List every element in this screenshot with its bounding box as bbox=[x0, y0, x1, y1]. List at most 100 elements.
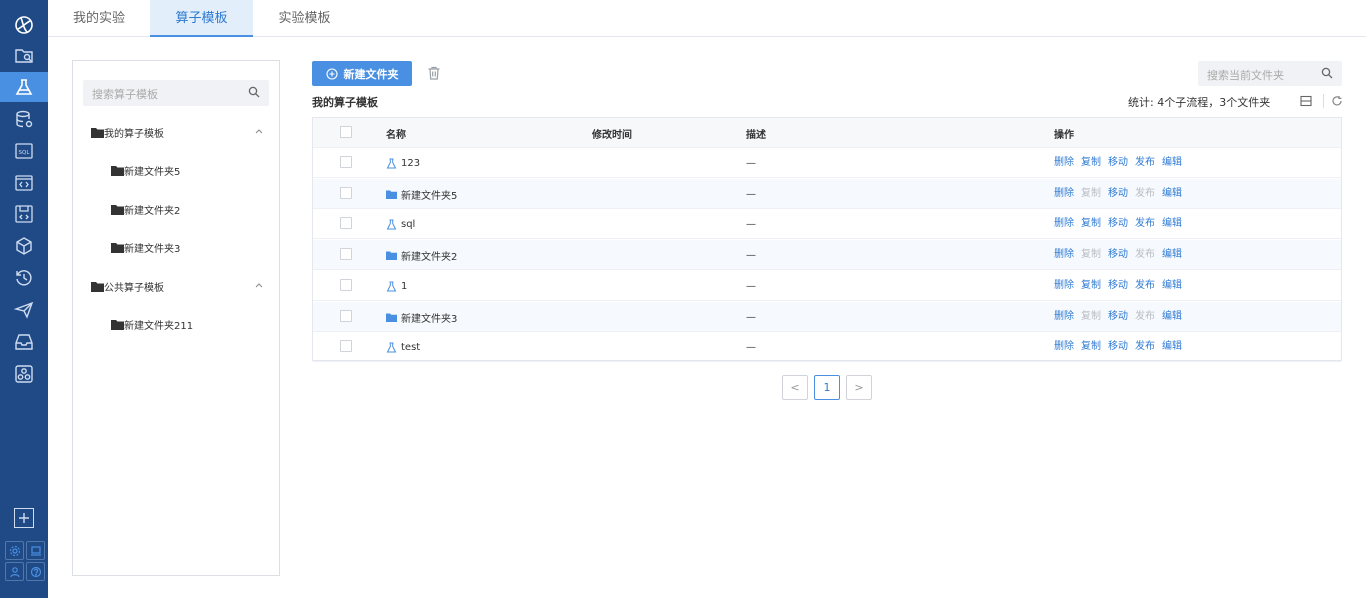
tree-node-folder[interactable]: 新建文件夹2 bbox=[111, 202, 180, 217]
table-row[interactable]: 123 — 删除 复制 移动 发布 编辑 bbox=[313, 148, 1341, 178]
row-checkbox[interactable] bbox=[340, 217, 352, 229]
chevron-up-icon[interactable] bbox=[255, 282, 263, 288]
copy-action[interactable]: 复制 bbox=[1081, 148, 1101, 178]
database-icon[interactable] bbox=[0, 104, 48, 134]
delete-action[interactable]: 删除 bbox=[1054, 332, 1074, 362]
tree-node-public-templates[interactable]: 公共算子模板 bbox=[91, 279, 164, 294]
move-action[interactable]: 移动 bbox=[1108, 148, 1128, 178]
tab-experiment-templates[interactable]: 实验模板 bbox=[253, 0, 356, 37]
move-action[interactable]: 移动 bbox=[1108, 209, 1128, 239]
tree-node-my-templates[interactable]: 我的算子模板 bbox=[91, 125, 164, 140]
table-row[interactable]: sql — 删除 复制 移动 发布 编辑 bbox=[313, 209, 1341, 239]
history-icon[interactable] bbox=[0, 263, 48, 293]
table-row[interactable]: 新建文件夹2 — 删除 复制 移动 发布 编辑 bbox=[313, 240, 1341, 270]
row-checkbox[interactable] bbox=[340, 340, 352, 352]
settings-icon[interactable] bbox=[5, 541, 24, 560]
new-folder-button[interactable]: 新建文件夹 bbox=[312, 61, 412, 86]
row-name-cell[interactable]: 新建文件夹5 bbox=[386, 179, 457, 209]
chevron-up-icon[interactable] bbox=[255, 128, 263, 134]
monitor-icon[interactable] bbox=[26, 541, 45, 560]
row-description: — bbox=[746, 249, 756, 261]
row-name: test bbox=[401, 341, 421, 353]
row-checkbox[interactable] bbox=[340, 156, 352, 168]
cluster-icon[interactable] bbox=[0, 359, 48, 389]
template-search-input[interactable]: 搜索算子模板 bbox=[83, 80, 269, 106]
delete-action[interactable]: 删除 bbox=[1054, 302, 1074, 332]
row-name-cell[interactable]: 新建文件夹3 bbox=[386, 302, 457, 332]
edit-action[interactable]: 编辑 bbox=[1162, 148, 1182, 178]
row-name-cell[interactable]: sql bbox=[386, 209, 415, 239]
tree-node-folder[interactable]: 新建文件夹3 bbox=[111, 240, 180, 255]
inbox-icon[interactable] bbox=[0, 327, 48, 357]
delete-action[interactable]: 删除 bbox=[1054, 179, 1074, 209]
sql-icon[interactable]: SQL bbox=[0, 136, 48, 166]
help-icon[interactable] bbox=[26, 562, 45, 581]
column-header-modified[interactable]: 修改时间 bbox=[592, 118, 632, 148]
user-icon[interactable] bbox=[5, 562, 24, 581]
search-icon[interactable] bbox=[1321, 67, 1333, 79]
column-header-actions: 操作 bbox=[1054, 129, 1074, 141]
publish-action[interactable]: 发布 bbox=[1135, 271, 1155, 301]
move-action[interactable]: 移动 bbox=[1108, 271, 1128, 301]
folder-search-input[interactable]: 搜索当前文件夹 bbox=[1198, 61, 1342, 86]
copy-action[interactable]: 复制 bbox=[1081, 271, 1101, 301]
column-settings-icon[interactable] bbox=[1300, 95, 1312, 107]
move-action[interactable]: 移动 bbox=[1108, 240, 1128, 270]
edit-action[interactable]: 编辑 bbox=[1162, 240, 1182, 270]
code-window-icon[interactable] bbox=[0, 168, 48, 198]
search-icon[interactable] bbox=[248, 86, 260, 98]
row-name-cell[interactable]: 1 bbox=[386, 271, 407, 301]
publish-action[interactable]: 发布 bbox=[1135, 148, 1155, 178]
row-name-cell[interactable]: test bbox=[386, 332, 420, 362]
send-icon[interactable] bbox=[0, 295, 48, 325]
delete-action[interactable]: 删除 bbox=[1054, 271, 1074, 301]
table-row[interactable]: test — 删除 复制 移动 发布 编辑 bbox=[313, 332, 1341, 362]
publish-action[interactable]: 发布 bbox=[1135, 209, 1155, 239]
edit-action[interactable]: 编辑 bbox=[1162, 271, 1182, 301]
delete-action[interactable]: 删除 bbox=[1054, 240, 1074, 270]
tab-operator-templates[interactable]: 算子模板 bbox=[150, 0, 253, 37]
globe-icon[interactable] bbox=[0, 10, 48, 40]
copy-action: 复制 bbox=[1081, 188, 1101, 199]
tree-node-folder[interactable]: 新建文件夹5 bbox=[111, 163, 180, 178]
table-row[interactable]: 新建文件夹5 — 删除 复制 移动 发布 编辑 bbox=[313, 179, 1341, 209]
folder-icon bbox=[111, 205, 124, 215]
prev-page-button[interactable]: < bbox=[782, 375, 808, 400]
row-name-cell[interactable]: 新建文件夹2 bbox=[386, 240, 457, 270]
row-checkbox[interactable] bbox=[340, 310, 352, 322]
column-header-name[interactable]: 名称 bbox=[386, 118, 406, 148]
add-icon[interactable] bbox=[14, 508, 34, 528]
copy-action[interactable]: 复制 bbox=[1081, 209, 1101, 239]
row-checkbox[interactable] bbox=[340, 187, 352, 199]
table-row[interactable]: 1 — 删除 复制 移动 发布 编辑 bbox=[313, 271, 1341, 301]
edit-action[interactable]: 编辑 bbox=[1162, 179, 1182, 209]
row-checkbox[interactable] bbox=[340, 248, 352, 260]
edit-action[interactable]: 编辑 bbox=[1162, 332, 1182, 362]
folder-search-icon[interactable] bbox=[0, 40, 48, 70]
cube-icon[interactable] bbox=[0, 231, 48, 261]
search-placeholder: 搜索算子模板 bbox=[92, 88, 158, 101]
row-checkbox[interactable] bbox=[340, 279, 352, 291]
delete-action[interactable]: 删除 bbox=[1054, 148, 1074, 178]
table-row[interactable]: 新建文件夹3 — 删除 复制 移动 发布 编辑 bbox=[313, 302, 1341, 332]
select-all-checkbox[interactable] bbox=[340, 126, 352, 138]
code-save-icon[interactable] bbox=[0, 199, 48, 229]
tab-my-experiments[interactable]: 我的实验 bbox=[48, 0, 150, 37]
copy-action[interactable]: 复制 bbox=[1081, 332, 1101, 362]
publish-action[interactable]: 发布 bbox=[1135, 332, 1155, 362]
row-description: — bbox=[746, 218, 756, 230]
next-page-button[interactable]: > bbox=[846, 375, 872, 400]
flask-icon[interactable] bbox=[0, 72, 48, 102]
edit-action[interactable]: 编辑 bbox=[1162, 209, 1182, 239]
tree-node-folder[interactable]: 新建文件夹211 bbox=[111, 317, 193, 332]
page-1-button[interactable]: 1 bbox=[814, 375, 840, 400]
trash-icon[interactable] bbox=[427, 66, 441, 80]
column-header-description[interactable]: 描述 bbox=[746, 118, 766, 148]
refresh-icon[interactable] bbox=[1331, 95, 1343, 107]
row-name-cell[interactable]: 123 bbox=[386, 148, 420, 178]
move-action[interactable]: 移动 bbox=[1108, 179, 1128, 209]
delete-action[interactable]: 删除 bbox=[1054, 209, 1074, 239]
edit-action[interactable]: 编辑 bbox=[1162, 302, 1182, 332]
move-action[interactable]: 移动 bbox=[1108, 302, 1128, 332]
move-action[interactable]: 移动 bbox=[1108, 332, 1128, 362]
